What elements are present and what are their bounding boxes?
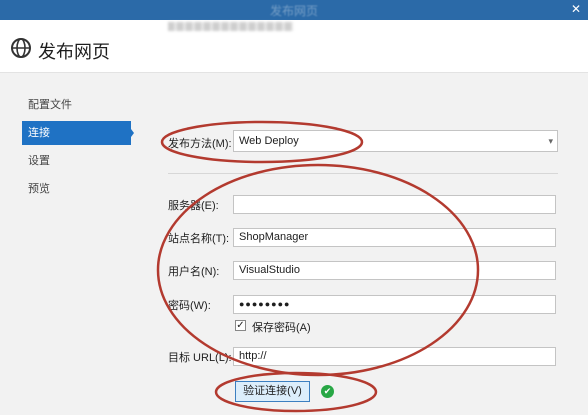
- site-label: 站点名称(T):: [168, 233, 230, 245]
- profile-name-blurred: [168, 22, 293, 31]
- method-label: 发布方法(M):: [168, 138, 232, 150]
- target-url-value: http://: [239, 350, 267, 362]
- target-url-label: 目标 URL(L):: [168, 352, 232, 364]
- password-label: 密码(W):: [168, 300, 211, 312]
- username-field[interactable]: VisualStudio: [233, 261, 556, 280]
- password-field[interactable]: ●●●●●●●●: [233, 295, 556, 314]
- sidebar: 配置文件 连接 设置 预览: [0, 73, 140, 415]
- server-label: 服务器(E):: [168, 200, 219, 212]
- save-password-checkbox[interactable]: ✓: [235, 320, 246, 331]
- close-icon[interactable]: ✕: [568, 1, 584, 17]
- window-title: 发布网页: [269, 4, 318, 18]
- save-password-label: 保存密码(A): [252, 322, 311, 334]
- sidebar-item-settings[interactable]: 设置: [22, 149, 50, 173]
- sidebar-item-profile[interactable]: 配置文件: [22, 93, 72, 117]
- site-name-field[interactable]: ShopManager: [233, 228, 556, 247]
- target-url-field[interactable]: http://: [233, 347, 556, 366]
- sidebar-item-preview[interactable]: 预览: [22, 177, 50, 201]
- method-select[interactable]: Web Deploy ▾: [233, 130, 558, 152]
- success-check-icon: ✔: [321, 385, 334, 398]
- globe-icon: [11, 38, 31, 58]
- validate-connection-button[interactable]: 验证连接(V): [235, 381, 310, 402]
- user-label: 用户名(N):: [168, 266, 220, 278]
- dialog-header: 发布网页: [0, 20, 588, 73]
- divider: [168, 173, 558, 174]
- chevron-down-icon: ▾: [548, 136, 553, 146]
- dialog-title: 发布网页: [38, 42, 110, 62]
- sidebar-item-connection[interactable]: 连接: [22, 121, 131, 145]
- method-value: Web Deploy: [239, 135, 299, 147]
- active-indicator: [125, 121, 134, 145]
- server-field[interactable]: [233, 195, 556, 214]
- window-titlebar: 发布网页 ✕: [0, 0, 588, 20]
